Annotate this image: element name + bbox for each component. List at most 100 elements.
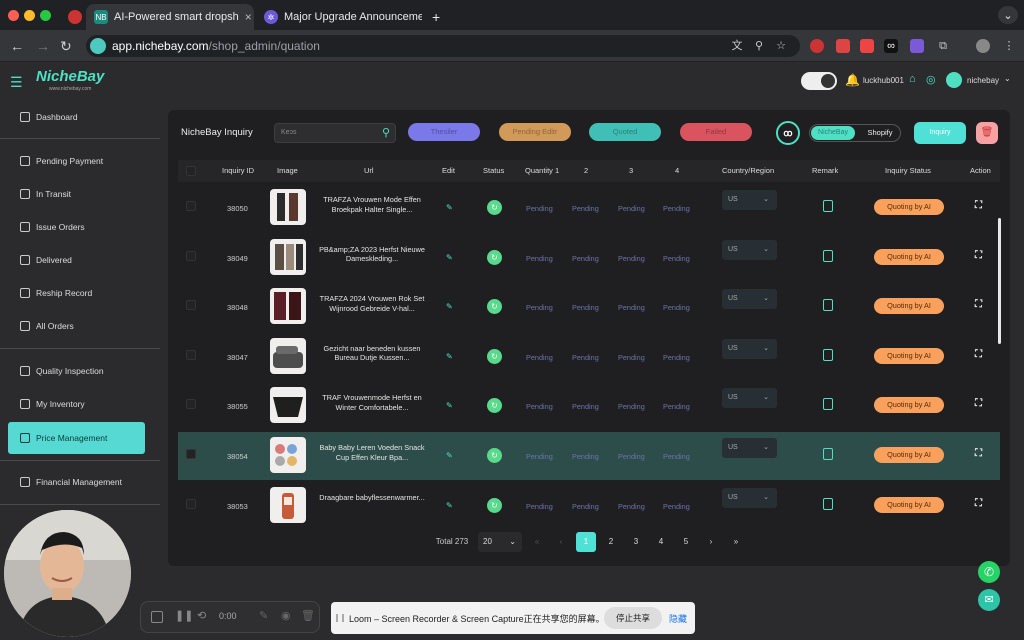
stop-sharing-button[interactable]: 停止共享: [604, 607, 662, 629]
sidebar-item-reship-record[interactable]: Reship Record: [8, 278, 145, 308]
extension-purple-icon[interactable]: [910, 39, 924, 53]
maximize-window-button[interactable]: [40, 10, 51, 21]
product-thumbnail[interactable]: [270, 387, 306, 424]
nichebay-platform-icon[interactable]: ꝏ: [776, 121, 800, 145]
product-thumbnail[interactable]: [270, 337, 306, 374]
table-row[interactable]: 38053 Draagbare babyflessenwarmer... ✎ ↻ Pen…: [178, 482, 1000, 530]
webcam-bubble[interactable]: [4, 510, 131, 637]
country-select[interactable]: US ⌄: [722, 338, 777, 359]
select-all-checkbox[interactable]: [186, 166, 196, 176]
remark-document-icon[interactable]: [823, 200, 833, 212]
first-page-icon[interactable]: «: [527, 532, 547, 552]
country-select[interactable]: US ⌄: [722, 487, 777, 508]
last-page-icon[interactable]: »: [726, 532, 746, 552]
profile-avatar[interactable]: [976, 39, 990, 53]
pause-icon[interactable]: ❚❚: [175, 609, 193, 622]
forward-icon[interactable]: →: [36, 38, 50, 54]
toggle-nichebay[interactable]: NicheBay: [811, 126, 855, 140]
menu-toggle-icon[interactable]: ☰: [10, 74, 23, 91]
bell-icon[interactable]: 🔔: [845, 73, 860, 87]
product-url-link[interactable]: PB&amp;ZA 2023 Herfst Nieuwe Dameskledin…: [312, 245, 432, 264]
delete-button[interactable]: 🗑: [976, 122, 998, 144]
expand-icon[interactable]: ⛶: [975, 299, 982, 310]
reload-icon[interactable]: ↻: [60, 38, 72, 54]
product-thumbnail[interactable]: [270, 238, 306, 275]
page-button[interactable]: 3: [626, 532, 646, 552]
product-url-link[interactable]: TRAF Vrouwenmode Herfst en Winter Comfor…: [312, 393, 432, 412]
country-select[interactable]: US ⌄: [722, 388, 777, 409]
draw-icon[interactable]: ✎: [259, 609, 268, 622]
country-select[interactable]: US ⌄: [722, 289, 777, 310]
expand-icon[interactable]: ⛶: [975, 250, 982, 261]
row-checkbox[interactable]: [186, 250, 196, 261]
new-tab-button[interactable]: +: [424, 4, 448, 30]
expand-icon[interactable]: ⛶: [975, 448, 982, 459]
page-button[interactable]: 5: [676, 532, 696, 552]
expand-icon[interactable]: ⛶: [975, 349, 982, 360]
tab-pinned[interactable]: [60, 4, 84, 30]
table-row[interactable]: 38047 Gezicht naar beneden kussen Bureau …: [178, 333, 1000, 381]
close-window-button[interactable]: [8, 10, 19, 21]
filter-pending-button[interactable]: Pending Editr: [499, 123, 571, 141]
sidebar-item-my-inventory[interactable]: My Inventory: [8, 389, 145, 419]
remark-document-icon[interactable]: [823, 348, 833, 361]
filter-failed-button[interactable]: Failed: [680, 123, 752, 141]
row-checkbox[interactable]: [186, 399, 196, 410]
close-tab-icon[interactable]: ×: [245, 10, 252, 24]
sidebar-item-price-management[interactable]: Price Management: [8, 422, 145, 454]
extension-nichebay-icon[interactable]: ∞: [884, 39, 898, 53]
table-row[interactable]: 38054 Baby Baby Leren Voeden Snack Cup Ef…: [178, 432, 1000, 480]
translate-icon[interactable]: 文: [730, 39, 744, 53]
row-checkbox[interactable]: [186, 449, 196, 459]
table-row[interactable]: 38050 TRAFZA Vrouwen Mode Effen Broekpak …: [178, 184, 1000, 232]
pencil-icon[interactable]: ✎: [446, 203, 453, 212]
extensions-puzzle-icon[interactable]: ⧉: [936, 39, 950, 53]
row-checkbox[interactable]: [186, 300, 196, 311]
tab-nichebay[interactable]: NB AI-Powered smart dropsh ×: [86, 4, 254, 30]
pencil-icon[interactable]: ✎: [446, 401, 453, 410]
pencil-icon[interactable]: ✎: [446, 253, 453, 262]
search-icon[interactable]: ⚲: [382, 126, 390, 139]
search-input[interactable]: Keↄs: [274, 123, 396, 143]
drag-handle-icon[interactable]: [336, 614, 344, 622]
country-select[interactable]: US ⌄: [722, 190, 777, 210]
camera-icon[interactable]: ◉: [281, 609, 291, 622]
user-name[interactable]: nichebay: [967, 76, 999, 85]
remark-document-icon[interactable]: [823, 249, 833, 262]
bookmark-star-icon[interactable]: ☆: [774, 39, 788, 53]
product-thumbnail[interactable]: [270, 288, 306, 325]
zoom-icon[interactable]: ⚲: [752, 39, 766, 53]
product-thumbnail[interactable]: [270, 437, 306, 473]
globe-icon[interactable]: ◎: [926, 73, 936, 86]
page-size-select[interactable]: 20 ⌄: [478, 532, 522, 552]
remark-document-icon[interactable]: [823, 448, 833, 460]
expand-icon[interactable]: ⛶: [975, 200, 982, 211]
extension-v-icon[interactable]: [860, 39, 874, 53]
store-icon[interactable]: ⌂: [909, 73, 916, 85]
product-url-link[interactable]: Gezicht naar beneden kussen Bureau Dutje…: [312, 344, 432, 363]
country-select[interactable]: US ⌄: [722, 438, 777, 458]
url-field[interactable]: app.nichebay.com/shop_admin/quation: [86, 35, 800, 57]
sidebar-item-quality-inspection[interactable]: Quality Inspection: [8, 356, 145, 386]
row-checkbox[interactable]: [186, 498, 196, 509]
tab-announcement[interactable]: ✲ Major Upgrade Announcemen ×: [256, 4, 422, 30]
theme-toggle[interactable]: [801, 72, 837, 90]
product-thumbnail[interactable]: [270, 189, 306, 225]
stop-recording-icon[interactable]: [151, 611, 163, 623]
trash-icon[interactable]: 🗑: [301, 609, 315, 622]
inquiry-button[interactable]: Inquiry: [914, 122, 966, 144]
remark-document-icon[interactable]: [823, 398, 833, 411]
chat-icon[interactable]: ✉: [978, 589, 1000, 611]
sidebar-item-delivered[interactable]: Delivered: [8, 245, 145, 275]
browser-menu-icon[interactable]: ⋮: [1002, 39, 1016, 53]
expand-icon[interactable]: ⛶: [975, 498, 982, 509]
product-url-link[interactable]: Baby Baby Leren Voeden Snack Cup Effen K…: [312, 443, 432, 462]
table-row[interactable]: 38048 TRAFZA 2024 Vrouwen Rok Set Wijnroo…: [178, 283, 1000, 331]
sidebar-item-dashboard[interactable]: Dashboard: [8, 102, 145, 132]
remark-document-icon[interactable]: [823, 299, 833, 312]
extension-shield-icon[interactable]: [836, 39, 850, 53]
product-url-link[interactable]: TRAFZA Vrouwen Mode Effen Broekpak Halte…: [312, 195, 432, 214]
restart-icon[interactable]: ⟲: [197, 609, 206, 622]
page-button[interactable]: 4: [651, 532, 671, 552]
pencil-icon[interactable]: ✎: [446, 501, 453, 510]
